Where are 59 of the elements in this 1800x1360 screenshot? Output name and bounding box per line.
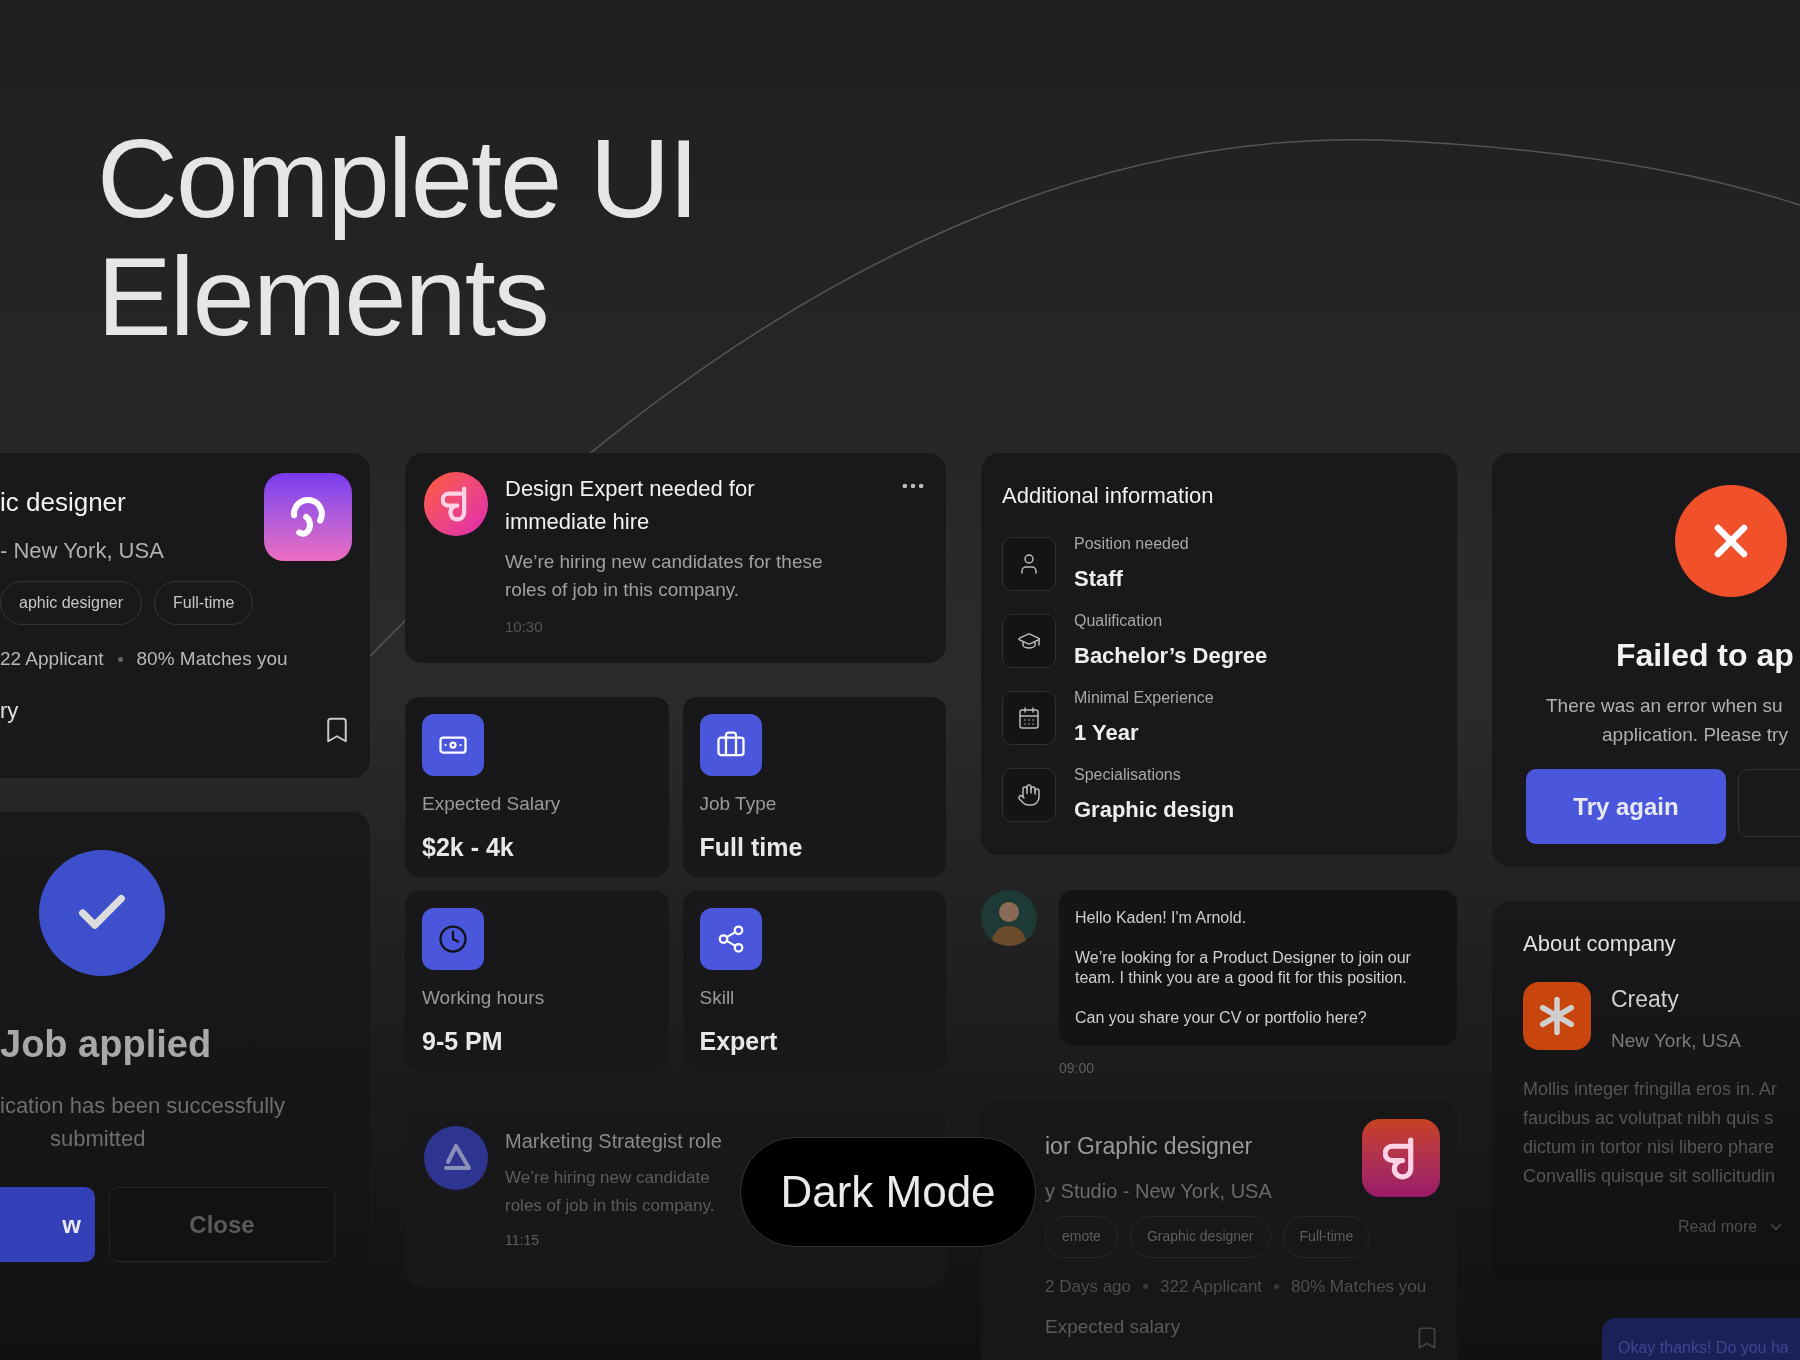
detail-label: Working hours	[422, 986, 546, 1010]
info-label: Specialisations	[1074, 765, 1182, 785]
notification-body: roles of job in this company.	[505, 1195, 715, 1217]
detail-label: Skill	[699, 986, 736, 1010]
headline: Complete UI	[97, 120, 699, 238]
dialog-message: ication has been successfully	[0, 1092, 285, 1120]
company-location: New York, USA	[1611, 1028, 1741, 1053]
job-title: ic designer	[0, 486, 127, 519]
dialog-title: Failed to ap	[1615, 636, 1795, 675]
info-value: Staff	[1074, 565, 1124, 593]
job-stat: 80% Matches you	[136, 647, 288, 671]
detail-value: Full time	[699, 831, 804, 863]
calendar-icon	[1017, 705, 1041, 730]
detail-value: Expert	[699, 1025, 779, 1057]
notification-title: Design Expert needed for immediate hire	[505, 475, 756, 536]
dark-mode-badge: Dark Mode	[740, 1137, 1036, 1247]
avatar	[981, 890, 1037, 946]
chat-text: We’re looking for a Product Designer to join our team. I think you are a good fit for this position.	[1075, 948, 1412, 988]
notification-time: 10:30	[505, 617, 544, 637]
hand-icon	[1017, 782, 1041, 807]
salary-label: ry	[0, 696, 19, 725]
message-time: 09:00	[1059, 1059, 1096, 1078]
card-title: Additional information	[1002, 482, 1215, 510]
notification-body: We’re hiring new candidates for these roles of job in this company.	[505, 550, 824, 602]
job-title: ior Graphic designer	[1045, 1132, 1254, 1161]
detail-value: $2k - 4k	[422, 831, 515, 863]
primary-button[interactable]: Try again	[1526, 769, 1726, 844]
notification-body: We’re hiring new candidate	[505, 1167, 710, 1189]
chat-text: Okay thanks! Do you ha	[1618, 1338, 1789, 1358]
info-label: Minimal Experience	[1074, 688, 1214, 708]
info-label: Position needed	[1074, 534, 1189, 554]
company-description: dictum in tortor nisi libero phare	[1523, 1136, 1776, 1159]
dialog-message: There was an error when su	[1545, 694, 1784, 718]
detail-value: 9-5 PM	[422, 1025, 504, 1057]
company-name: Creaty	[1611, 985, 1680, 1014]
info-value: 1 Year	[1074, 719, 1140, 747]
chat-text: Can you share your CV or portfolio here?	[1075, 1008, 1368, 1028]
dialog-title: Job applied	[0, 1022, 213, 1067]
salary-label: Expected salary	[1045, 1315, 1181, 1339]
job-stat: 22 Applicant	[0, 647, 104, 671]
job-location: y Studio - New York, USA	[1045, 1178, 1272, 1204]
primary-button[interactable]: w	[0, 1187, 95, 1262]
dialog-message: submitted	[49, 1125, 146, 1153]
info-value: Bachelor’s Degree	[1074, 642, 1268, 670]
company-description: Convallis quisque sit sollicitudin	[1523, 1165, 1777, 1188]
detail-label: Expected Salary	[422, 792, 562, 816]
notification-title: Marketing Strategist role	[505, 1129, 722, 1154]
info-label: Qualification	[1074, 611, 1164, 631]
close-button[interactable]: Close	[109, 1187, 335, 1262]
company-description: faucibus ac volutpat nibh quis s	[1523, 1107, 1775, 1130]
company-description: Mollis integer fringilla eros in. Ar	[1523, 1078, 1779, 1101]
detail-label: Job Type	[699, 792, 778, 816]
job-location: - New York, USA	[0, 537, 164, 565]
chat-text: Hello Kaden! I'm Arnold.	[1075, 908, 1248, 928]
clock-icon	[438, 924, 468, 954]
info-value: Graphic design	[1074, 796, 1235, 824]
notification-time: 11:15	[505, 1231, 539, 1250]
card-title: About company	[1523, 930, 1677, 958]
dialog-message: application. Please try	[1601, 723, 1789, 747]
